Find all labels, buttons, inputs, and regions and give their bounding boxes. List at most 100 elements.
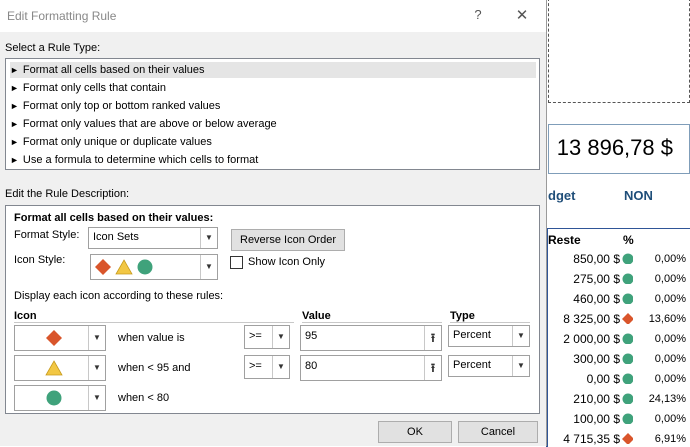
value-column-header: Value: [302, 310, 331, 322]
red-diamond-icon: [622, 433, 633, 444]
rule2-value-input[interactable]: 80 ⭱: [300, 355, 442, 381]
rule2-type-dropdown[interactable]: Percent ▼: [448, 355, 530, 377]
close-button[interactable]: ✕: [512, 6, 532, 24]
icon-column-header: Icon: [14, 310, 37, 322]
reste-cell[interactable]: 300,00 $: [550, 352, 620, 366]
icon-style-label: Icon Style:: [14, 254, 66, 266]
pct-header: %: [623, 233, 634, 247]
reste-cell[interactable]: 4 715,35 $: [550, 432, 620, 446]
rule-type-label: Format only values that are above or bel…: [22, 118, 277, 130]
rule2-operator-dropdown[interactable]: >= ▼: [244, 355, 290, 379]
cancel-button[interactable]: Cancel: [458, 421, 538, 443]
icon-style-dropdown[interactable]: ▼: [90, 254, 218, 280]
arrow-right-icon: ►: [10, 155, 19, 165]
rule1-value: 95: [305, 330, 318, 342]
chevron-down-icon: ▼: [200, 228, 217, 248]
pct-cell[interactable]: 13,60%: [638, 313, 686, 325]
arrow-right-icon: ►: [10, 119, 19, 129]
rule-type-label: Format only top or bottom ranked values: [22, 100, 221, 112]
pct-cell[interactable]: 24,13%: [638, 393, 686, 405]
rule3-icon-dropdown[interactable]: ▼: [14, 385, 106, 411]
green-circle-icon: [46, 390, 62, 406]
reste-cell[interactable]: 210,00 $: [550, 392, 620, 406]
icon-header-rule: [14, 322, 294, 323]
reste-header: Reste: [548, 233, 581, 247]
green-circle-icon: [137, 259, 153, 275]
rule-description-panel: Format all cells based on their values: …: [5, 205, 540, 414]
rule-type-list[interactable]: ► Format all cells based on their values ►…: [5, 58, 540, 170]
rule1-condition-text: when value is: [118, 332, 185, 344]
display-rules-label: Display each icon according to these rul…: [14, 290, 224, 302]
arrow-right-icon: ►: [10, 83, 19, 93]
format-all-heading: Format all cells based on their values:: [14, 212, 214, 224]
show-icon-only-checkbox[interactable]: [230, 256, 243, 269]
pct-cell[interactable]: 0,00%: [638, 353, 686, 365]
non-header: NON: [624, 188, 653, 203]
rule-type-item[interactable]: ► Format only unique or duplicate values: [10, 134, 536, 150]
rule-type-label: Use a formula to determine which cells t…: [22, 154, 259, 166]
reste-cell[interactable]: 0,00 $: [550, 372, 620, 386]
rule2-icon-dropdown[interactable]: ▼: [14, 355, 106, 381]
reste-cell[interactable]: 2 000,00 $: [550, 332, 620, 346]
format-style-label: Format Style:: [14, 229, 80, 241]
green-circle-icon: [622, 273, 633, 284]
pct-cell[interactable]: 6,91%: [638, 433, 686, 445]
value-header-rule: [302, 322, 442, 323]
yellow-triangle-icon: [115, 259, 133, 275]
format-style-dropdown[interactable]: Icon Sets ▼: [88, 227, 218, 249]
reste-cell[interactable]: 460,00 $: [550, 292, 620, 306]
collapse-dialog-icon[interactable]: ⭱: [424, 326, 441, 350]
total-cell[interactable]: 13 896,78 $: [548, 124, 690, 174]
reste-cell[interactable]: 8 325,00 $: [550, 312, 620, 326]
rule-type-item[interactable]: ► Format all cells based on their values: [10, 62, 536, 78]
pct-cell[interactable]: 0,00%: [638, 273, 686, 285]
pct-cell[interactable]: 0,00%: [638, 293, 686, 305]
rule1-type-dropdown[interactable]: Percent ▼: [448, 325, 530, 347]
rule-type-item[interactable]: ► Format only top or bottom ranked values: [10, 98, 536, 114]
type-header-rule: [450, 322, 530, 323]
chevron-down-icon: ▼: [272, 326, 289, 348]
rule1-icon-dropdown[interactable]: ▼: [14, 325, 106, 351]
rule2-operator-value: >=: [249, 360, 262, 372]
ok-button[interactable]: OK: [378, 421, 452, 443]
reste-cell[interactable]: 850,00 $: [550, 252, 620, 266]
rule-type-label: Format only unique or duplicate values: [22, 136, 212, 148]
chevron-down-icon: ▼: [88, 356, 105, 380]
edit-formatting-rule-dialog: Edit Formatting Rule ? ✕ Select a Rule T…: [0, 0, 547, 446]
rule-type-item[interactable]: ► Format only cells that contain: [10, 80, 536, 96]
green-circle-icon: [622, 353, 633, 364]
reverse-icon-order-button[interactable]: Reverse Icon Order: [231, 229, 345, 251]
pct-cell[interactable]: 0,00%: [638, 413, 686, 425]
green-circle-icon: [622, 413, 633, 424]
rule-type-label: Format all cells based on their values: [22, 64, 205, 76]
reste-cell[interactable]: 275,00 $: [550, 272, 620, 286]
type-column-header: Type: [450, 310, 475, 322]
green-circle-icon: [622, 253, 633, 264]
arrow-right-icon: ►: [10, 137, 19, 147]
reste-cell[interactable]: 100,00 $: [550, 412, 620, 426]
total-value: 13 896,78 $: [556, 135, 673, 160]
pct-cell[interactable]: 0,00%: [638, 373, 686, 385]
budget-header: dget: [548, 188, 576, 203]
chevron-down-icon: ▼: [512, 326, 529, 346]
rule3-condition-text: when < 80: [118, 392, 170, 404]
rule2-value: 80: [305, 360, 318, 372]
green-circle-icon: [622, 333, 633, 344]
chevron-down-icon: ▼: [88, 326, 105, 350]
rule-type-item[interactable]: ► Format only values that are above or be…: [10, 116, 536, 132]
dialog-title: Edit Formatting Rule: [7, 9, 117, 23]
red-diamond-icon: [46, 330, 62, 346]
pct-cell[interactable]: 0,00%: [638, 253, 686, 265]
rule1-operator-dropdown[interactable]: >= ▼: [244, 325, 290, 349]
collapse-dialog-icon[interactable]: ⭱: [424, 356, 441, 380]
select-rule-type-label: Select a Rule Type:: [5, 42, 101, 54]
help-button[interactable]: ?: [470, 7, 486, 22]
chevron-down-icon: ▼: [272, 356, 289, 378]
rule2-condition-text: when < 95 and: [118, 362, 191, 374]
rule1-value-input[interactable]: 95 ⭱: [300, 325, 442, 351]
rule-type-item[interactable]: ► Use a formula to determine which cells …: [10, 152, 536, 168]
pct-cell[interactable]: 0,00%: [638, 333, 686, 345]
green-circle-icon: [622, 393, 633, 404]
title-bar[interactable]: Edit Formatting Rule ? ✕: [0, 0, 546, 32]
red-diamond-icon: [95, 259, 111, 275]
